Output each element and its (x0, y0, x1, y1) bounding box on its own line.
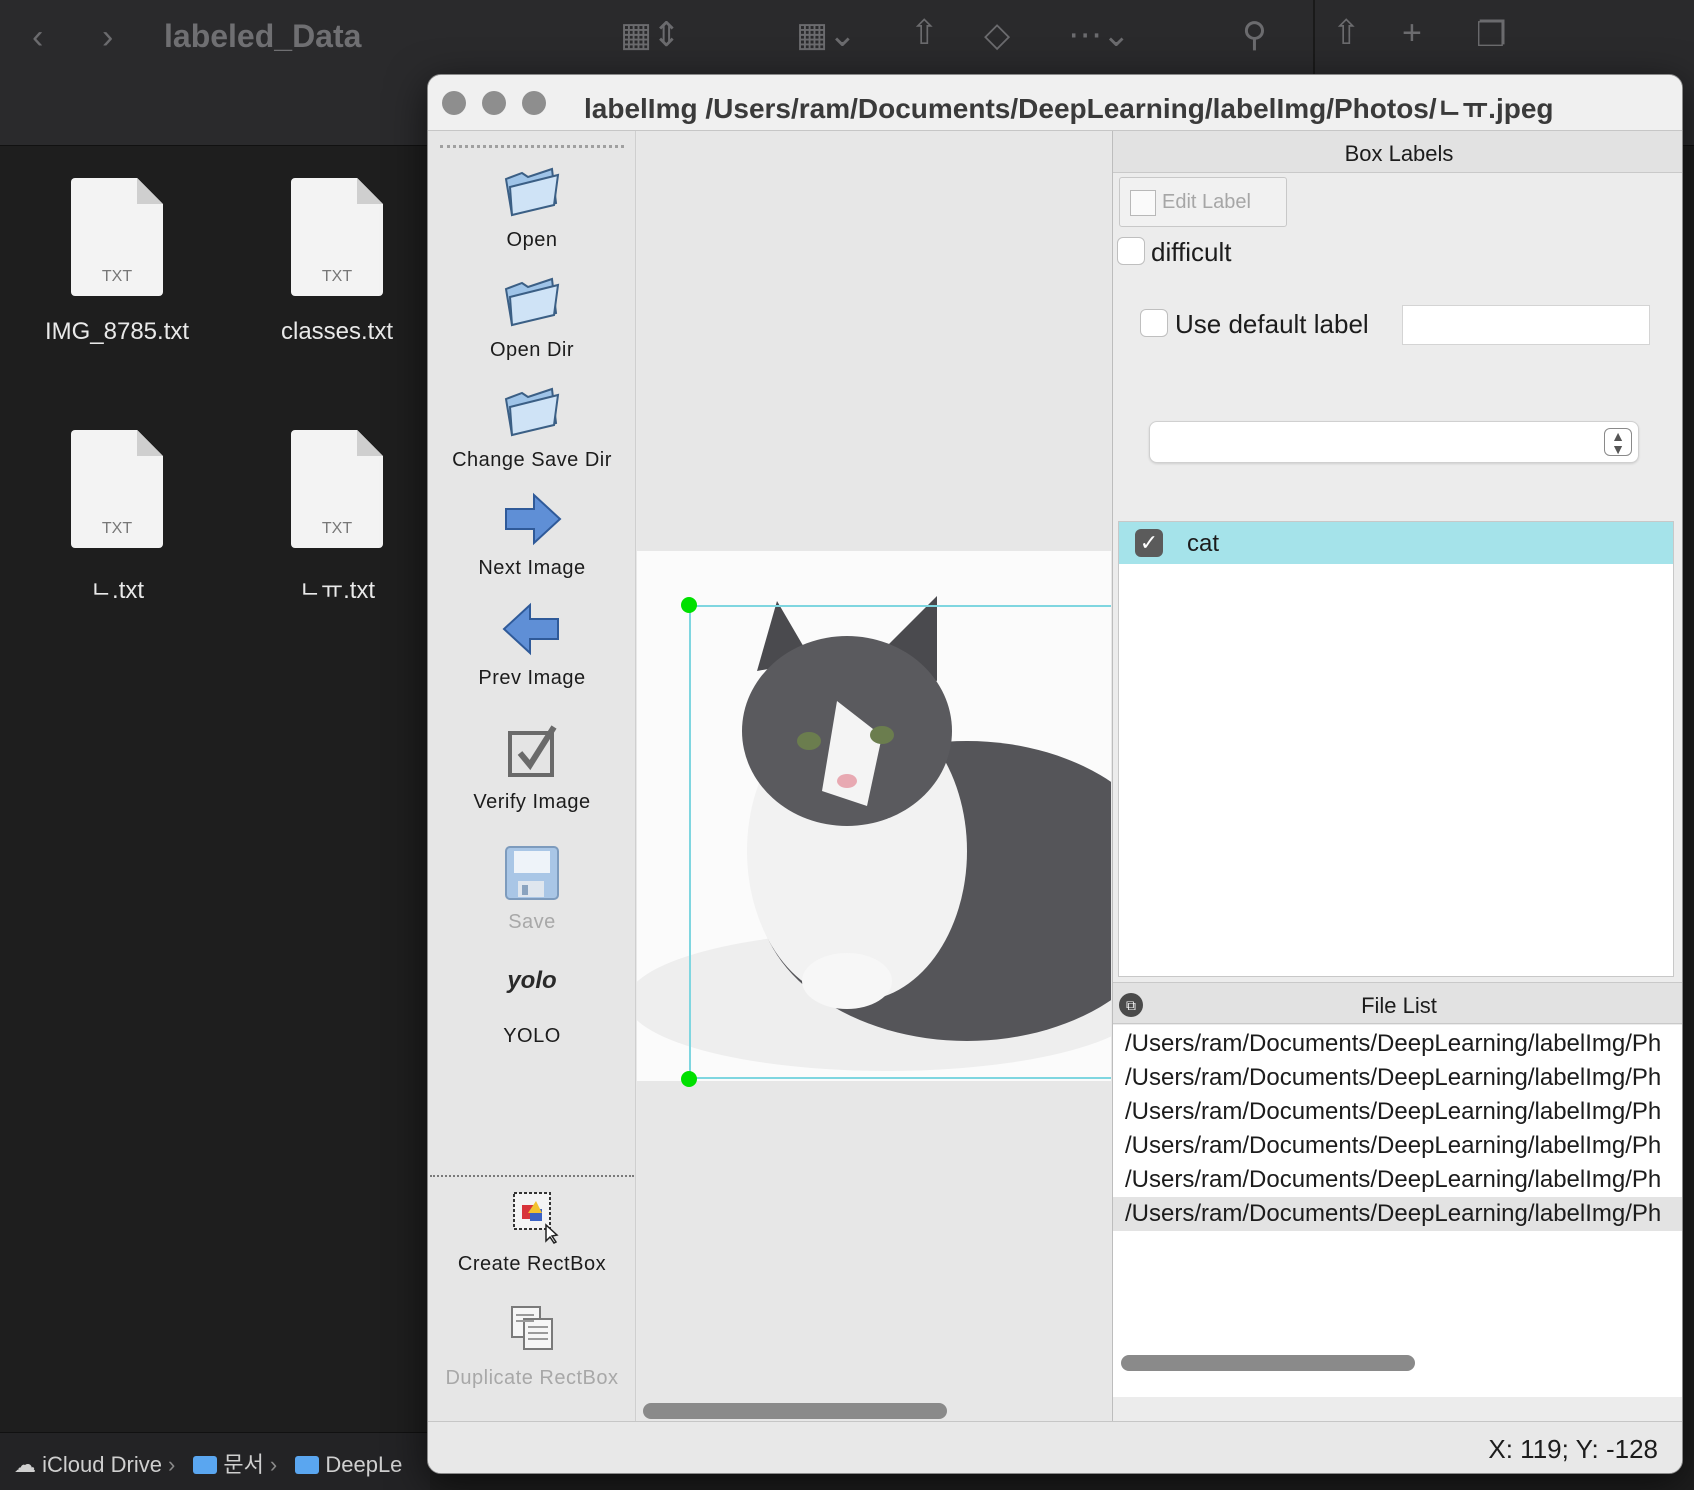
floppy-disk-icon (505, 846, 559, 900)
open-button[interactable]: Open (428, 159, 636, 252)
edit-label-button[interactable]: Edit Label (1119, 177, 1287, 227)
path-item[interactable]: 문서 (223, 1452, 263, 1477)
box-labels-header: Box Labels (1113, 131, 1682, 173)
folder-open-icon (504, 387, 560, 437)
float-dock-icon[interactable]: ⧉ (1119, 993, 1143, 1017)
window-title: labelImg /Users/ram/Documents/DeepLearni… (584, 93, 1554, 124)
create-rectbox-icon (513, 1192, 559, 1244)
default-label-input[interactable] (1402, 305, 1650, 345)
bbox-vertex-handle[interactable] (681, 597, 697, 613)
bounding-box[interactable] (689, 605, 1111, 1079)
text-file-icon: TXT (71, 430, 163, 548)
file-list-item-selected[interactable]: /Users/ram/Documents/DeepLearning/labelI… (1113, 1197, 1682, 1231)
file-list-item[interactable]: /Users/ram/Documents/DeepLearning/labelI… (1113, 1061, 1682, 1095)
text-file-icon: TXT (291, 430, 383, 548)
arrow-left-icon (502, 602, 559, 656)
labelimg-window: labelImg /Users/ram/Documents/DeepLearni… (427, 74, 1683, 1474)
close-button[interactable] (442, 91, 466, 115)
difficult-checkbox[interactable] (1117, 237, 1145, 265)
prev-image-button[interactable]: Prev Image (428, 597, 636, 690)
difficult-label: difficult (1151, 237, 1232, 267)
status-bar: X: 119; Y: -128 (428, 1421, 1682, 1473)
create-rectbox-button[interactable]: Create RectBox (428, 1183, 636, 1276)
folder-open-icon (504, 277, 560, 327)
use-default-label-label: Use default label (1175, 309, 1369, 339)
minimize-button[interactable] (482, 91, 506, 115)
open-dir-button[interactable]: Open Dir (428, 269, 636, 362)
up-down-arrows-icon: ▲ ▼ (1604, 428, 1632, 456)
file-list-item[interactable]: /Users/ram/Documents/DeepLearning/labelI… (1113, 1163, 1682, 1197)
file-list-header: ⧉ File List (1113, 982, 1682, 1024)
toolbar-divider (430, 1175, 634, 1177)
file-list-item[interactable]: /Users/ram/Documents/DeepLearning/labelI… (1113, 1027, 1682, 1061)
yolo-format-button[interactable]: yolo YOLO (428, 961, 636, 1048)
file-name: ㄴ.txt (89, 577, 145, 604)
group-icon[interactable]: ▦⌄ (796, 18, 857, 52)
new-tab-icon[interactable]: + (1402, 16, 1422, 50)
share-icon[interactable]: ⇧ (910, 16, 939, 50)
file-name: IMG_8785.txt (44, 318, 190, 345)
finder-path-bar: ☁ iCloud Drive › 문서 › DeepLe (0, 1432, 430, 1490)
file-item[interactable]: TXT IMG_8785.txt (17, 178, 217, 346)
right-panel: Box Labels Edit Label difficult Use defa… (1112, 131, 1682, 1421)
bbox-vertex-handle[interactable] (681, 1071, 697, 1087)
duplicate-rectbox-button[interactable]: Duplicate RectBox (428, 1297, 636, 1390)
folder-icon (295, 1456, 320, 1474)
label-list-item[interactable]: ✓ cat (1119, 522, 1673, 564)
tabs-overview-icon[interactable]: ❐ (1476, 18, 1506, 52)
forward-icon[interactable]: › (102, 20, 113, 54)
text-file-icon: TXT (71, 178, 163, 296)
file-item[interactable]: TXT ㄴㅠ.txt (237, 430, 437, 605)
label-list[interactable]: ✓ cat (1118, 521, 1674, 977)
file-list[interactable]: /Users/ram/Documents/DeepLearning/labelI… (1113, 1025, 1682, 1397)
change-save-dir-button[interactable]: Change Save Dir (428, 379, 636, 472)
checkbox-verify-icon (508, 725, 557, 777)
arrow-right-icon (505, 492, 562, 546)
tool-bar: Open Open Dir Change Save Dir Next Image (428, 131, 636, 1473)
file-item[interactable]: TXT ㄴ.txt (17, 430, 217, 605)
text-file-icon: TXT (291, 178, 383, 296)
file-name: ㄴㅠ.txt (298, 577, 376, 604)
folder-open-icon (504, 167, 560, 217)
toolbar-grip[interactable] (440, 145, 624, 148)
duplicate-icon (511, 1306, 553, 1350)
file-name: classes.txt (280, 318, 394, 345)
label-text: cat (1187, 530, 1220, 557)
file-list-item[interactable]: /Users/ram/Documents/DeepLearning/labelI… (1113, 1095, 1682, 1129)
tag-icon[interactable]: ◇ (984, 18, 1010, 52)
edit-pen-icon (1130, 190, 1156, 216)
chevron-right-icon: › (269, 1452, 278, 1477)
more-icon[interactable]: ⋯⌄ (1068, 18, 1131, 52)
path-item[interactable]: iCloud Drive (42, 1452, 162, 1477)
yolo-icon: yolo (507, 967, 557, 994)
verify-image-button[interactable]: Verify Image (428, 721, 636, 814)
next-image-button[interactable]: Next Image (428, 487, 636, 580)
cursor-coordinates: X: 119; Y: -128 (1488, 1434, 1658, 1464)
horizontal-scrollbar[interactable] (643, 1403, 947, 1419)
path-item[interactable]: DeepLe (325, 1452, 402, 1477)
back-icon[interactable]: ‹ (32, 20, 43, 54)
cloud-icon: ☁ (14, 1452, 36, 1477)
file-item[interactable]: TXT classes.txt (237, 178, 437, 346)
use-default-label-checkbox[interactable] (1140, 309, 1168, 337)
grid-view-icon[interactable]: ▦⇕ (620, 18, 681, 52)
file-list-scrollbar[interactable] (1121, 1355, 1415, 1371)
share-icon-2[interactable]: ⇧ (1332, 16, 1361, 50)
label-visible-checkbox[interactable]: ✓ (1135, 529, 1163, 557)
zoom-button[interactable] (522, 91, 546, 115)
label-combobox[interactable]: ▲ ▼ (1149, 421, 1639, 463)
image-canvas[interactable] (637, 131, 1111, 1421)
save-button[interactable]: Save (428, 841, 636, 934)
search-icon[interactable]: ⚲ (1242, 18, 1267, 52)
file-list-item[interactable]: /Users/ram/Documents/DeepLearning/labelI… (1113, 1129, 1682, 1163)
chevron-right-icon: › (167, 1452, 176, 1477)
finder-title: labeled_Data (164, 18, 362, 54)
title-bar: labelImg /Users/ram/Documents/DeepLearni… (428, 75, 1682, 131)
folder-icon (193, 1456, 218, 1474)
